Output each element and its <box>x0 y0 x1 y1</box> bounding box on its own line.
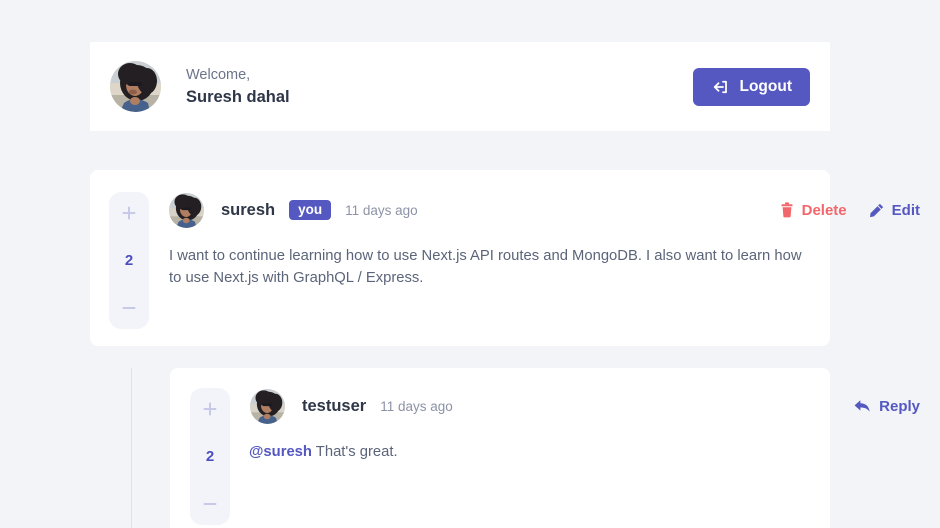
reply-upvote-button[interactable] <box>199 398 221 420</box>
logout-button-label: Logout <box>739 77 792 95</box>
reply-body-text: @suresh That's great. <box>249 442 809 464</box>
reply-arrow-icon <box>854 399 871 414</box>
avatar-image <box>169 192 204 228</box>
reply-author-name: testuser <box>302 396 367 415</box>
post-author-name: suresh <box>221 200 276 219</box>
avatar-image <box>110 61 161 112</box>
welcome-label: Welcome, <box>186 66 251 83</box>
reply-timestamp: 11 days ago <box>380 398 453 414</box>
minus-icon <box>203 503 217 505</box>
logout-button[interactable]: Logout <box>693 67 810 106</box>
reply-downvote-button[interactable] <box>199 493 221 515</box>
reply-button-label: Reply <box>879 397 920 415</box>
plus-icon <box>122 206 136 220</box>
user-name: Suresh dahal <box>186 87 290 106</box>
avatar-image <box>250 388 285 424</box>
post-delete-button[interactable]: Delete <box>780 202 847 219</box>
post-body-text: I want to continue learning how to use N… <box>169 248 802 286</box>
post-header: suresh you 11 days ago Delete Edit <box>169 192 920 228</box>
welcome-block: Welcome, Suresh dahal <box>186 66 290 108</box>
minus-icon <box>122 307 136 309</box>
user-header-card: Welcome, Suresh dahal Logout <box>90 42 830 131</box>
reply-mention[interactable]: @suresh <box>249 444 312 460</box>
reply-header: testuser 11 days ago Reply <box>250 388 920 424</box>
pencil-icon <box>869 203 884 218</box>
trash-icon <box>780 202 794 218</box>
post-vote-widget: 2 <box>109 192 149 329</box>
app-page: Welcome, Suresh dahal Logout 2 suresh yo… <box>0 0 940 528</box>
sign-out-icon <box>711 78 729 96</box>
reply-body-rest: That's great. <box>311 444 398 460</box>
post-author-avatar <box>169 192 204 228</box>
post-author-you-badge: you <box>289 199 332 221</box>
post-vote-count: 2 <box>124 252 134 269</box>
reply-author-avatar <box>250 388 285 424</box>
post-actions: Delete Edit <box>780 202 920 219</box>
reply-actions: Reply <box>854 398 920 415</box>
post-timestamp: 11 days ago <box>345 202 418 218</box>
post-upvote-button[interactable] <box>118 202 140 224</box>
post-edit-button[interactable]: Edit <box>869 202 920 219</box>
post-delete-label: Delete <box>801 201 847 219</box>
plus-icon <box>203 402 217 416</box>
post-edit-label: Edit <box>891 201 920 219</box>
reply-button[interactable]: Reply <box>854 398 920 415</box>
reply-thread-line <box>131 368 132 528</box>
user-avatar-photo <box>110 61 161 112</box>
post-downvote-button[interactable] <box>118 297 140 319</box>
reply-vote-widget: 2 <box>190 388 230 525</box>
reply-vote-count: 2 <box>205 448 215 465</box>
